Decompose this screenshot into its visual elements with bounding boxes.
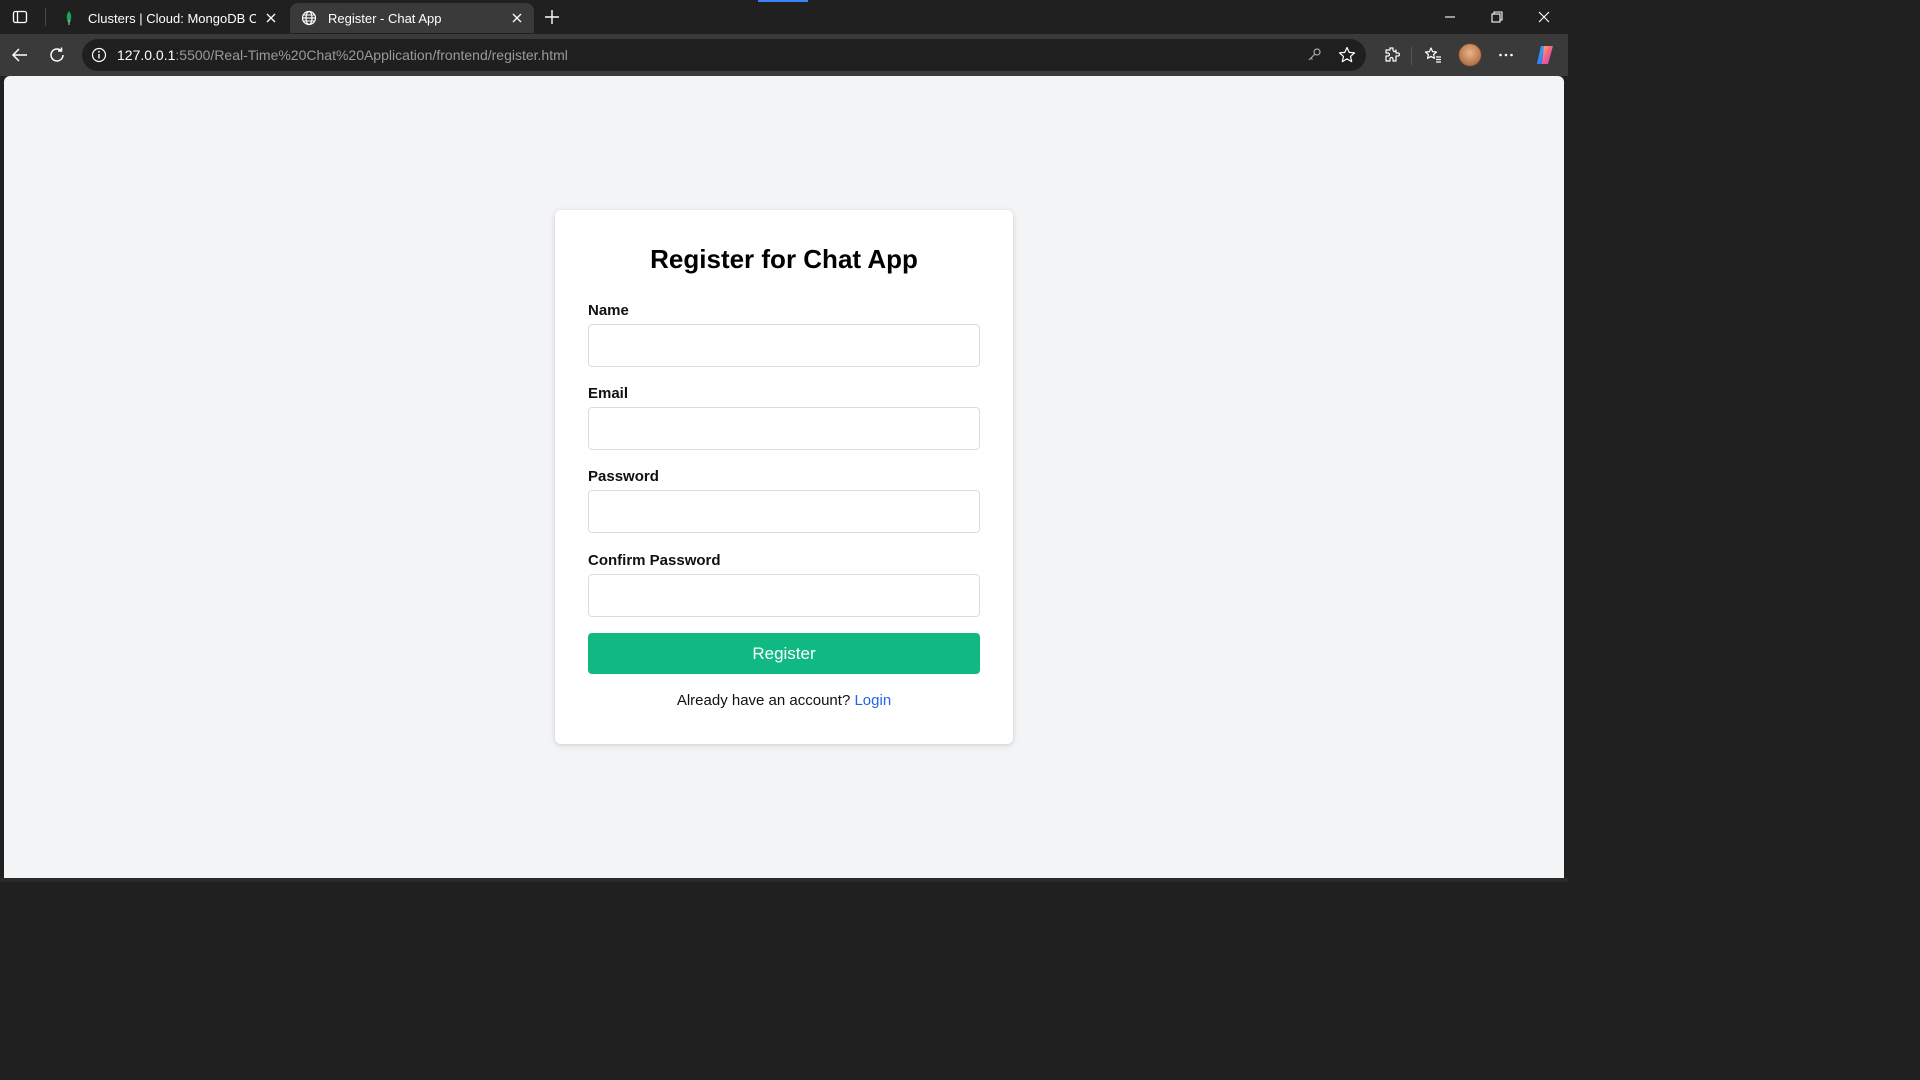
close-icon[interactable] (262, 9, 280, 27)
url-path: :5500/Real-Time%20Chat%20Application/fro… (175, 47, 568, 63)
page-title: Register for Chat App (650, 244, 918, 274)
login-prompt-text: Already have an account? (676, 692, 851, 709)
email-label: Email (588, 385, 629, 402)
site-info-icon[interactable] (90, 46, 108, 64)
extensions-icon[interactable] (1380, 43, 1404, 67)
login-prompt: Already have an account? Login (555, 692, 1013, 709)
confirm-password-label: Confirm Password (588, 552, 721, 569)
refresh-icon[interactable] (45, 43, 69, 67)
favorite-star-icon[interactable] (1338, 46, 1356, 64)
back-icon[interactable] (8, 43, 32, 67)
tab-actions-icon[interactable] (8, 5, 32, 29)
close-icon[interactable] (508, 9, 526, 27)
tab-title: Clusters | Cloud: MongoDB Cloud (88, 10, 256, 26)
name-input[interactable] (588, 324, 980, 367)
profile-avatar[interactable] (1458, 43, 1482, 67)
new-tab-button[interactable] (540, 5, 564, 29)
toolbar-separator (1411, 47, 1412, 65)
favorites-icon[interactable] (1421, 43, 1445, 67)
tab-register[interactable]: Register - Chat App (290, 3, 534, 33)
password-input[interactable] (588, 490, 980, 533)
page-viewport: Register for Chat App Name Email Passwor… (4, 76, 1564, 878)
restore-icon[interactable] (1483, 4, 1511, 30)
browser-toolbar: 127.0.0.1:5500/Real-Time%20Chat%20Applic… (0, 34, 1568, 76)
window-bottom-edge (0, 878, 1568, 882)
more-options-icon[interactable] (1494, 43, 1518, 67)
tab-mongodb[interactable]: Clusters | Cloud: MongoDB Cloud (50, 3, 288, 33)
password-label: Password (588, 468, 659, 485)
address-bar[interactable]: 127.0.0.1:5500/Real-Time%20Chat%20Applic… (82, 39, 1366, 71)
mongodb-leaf-icon (60, 9, 78, 27)
close-window-icon[interactable] (1530, 4, 1558, 30)
key-icon[interactable] (1305, 46, 1323, 64)
email-input[interactable] (588, 407, 980, 450)
copilot-icon[interactable] (1533, 43, 1557, 67)
name-label: Name (588, 302, 629, 319)
minimize-icon[interactable] (1436, 4, 1464, 30)
confirm-password-input[interactable] (588, 574, 980, 617)
register-card: Register for Chat App Name Email Passwor… (555, 210, 1013, 744)
tab-separator (45, 8, 46, 26)
tab-strip-accent (758, 0, 808, 2)
globe-icon (300, 9, 318, 27)
register-button[interactable]: Register (588, 633, 980, 674)
url-text[interactable]: 127.0.0.1:5500/Real-Time%20Chat%20Applic… (117, 47, 568, 63)
tab-title: Register - Chat App (328, 10, 442, 26)
tab-strip: Clusters | Cloud: MongoDB Cloud Register… (0, 0, 1568, 34)
login-link[interactable]: Login (854, 692, 891, 709)
url-host: 127.0.0.1 (117, 47, 176, 63)
